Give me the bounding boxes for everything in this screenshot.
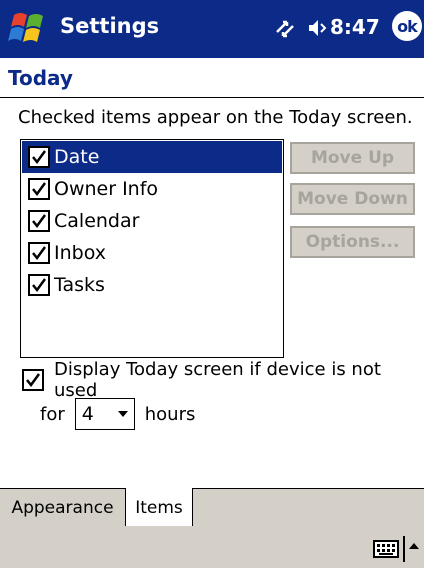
list-item-label: Date [54, 146, 100, 168]
today-items-list[interactable]: Date Owner Info Calendar Inbox Tasks [20, 139, 284, 358]
checkbox-inbox[interactable] [28, 242, 50, 264]
hours-label: hours [144, 403, 196, 425]
list-item-label: Tasks [54, 274, 105, 296]
speaker-icon[interactable] [307, 18, 329, 38]
page-title: Today [8, 66, 73, 90]
checkbox-tasks[interactable] [28, 274, 50, 296]
for-label: for [40, 403, 65, 425]
list-item-tasks[interactable]: Tasks [22, 269, 282, 301]
windows-start-icon[interactable] [8, 9, 50, 49]
list-item-label: Calendar [54, 210, 140, 232]
options-button[interactable]: Options... [290, 226, 415, 258]
list-item-date[interactable]: Date [22, 141, 282, 173]
app-title: Settings [60, 14, 160, 38]
checkbox-date[interactable] [28, 146, 50, 168]
tab-strip: Appearance Items [0, 488, 424, 527]
hours-dropdown[interactable]: 4 [74, 398, 135, 430]
tab-appearance[interactable]: Appearance [0, 489, 126, 526]
list-item-label: Owner Info [54, 178, 159, 200]
clock[interactable]: 8:47 [330, 15, 380, 39]
sip-arrow-icon[interactable] [409, 543, 419, 549]
hours-value: 4 [81, 403, 94, 425]
list-item-label: Inbox [54, 242, 106, 264]
display-timeout-row: Display Today screen if device is not us… [18, 359, 424, 401]
connectivity-icon[interactable] [273, 16, 297, 40]
list-item-owner-info[interactable]: Owner Info [22, 173, 282, 205]
checkbox-owner-info[interactable] [28, 178, 50, 200]
page-header: Today [0, 58, 424, 98]
list-item-inbox[interactable]: Inbox [22, 237, 282, 269]
title-bar: Settings 8:47 ok [0, 0, 424, 58]
keyboard-icon[interactable] [373, 540, 399, 558]
list-item-calendar[interactable]: Calendar [22, 205, 282, 237]
chevron-down-icon[interactable] [117, 411, 128, 417]
display-timeout-checkbox[interactable] [22, 369, 44, 391]
hours-row: for 4 hours [40, 396, 195, 432]
tab-items[interactable]: Items [125, 488, 193, 527]
display-timeout-label: Display Today screen if device is not us… [54, 359, 381, 401]
sip-divider [403, 536, 405, 562]
ok-button[interactable]: ok [392, 11, 422, 41]
move-down-button[interactable]: Move Down [290, 183, 415, 215]
checkbox-calendar[interactable] [28, 210, 50, 232]
move-up-button[interactable]: Move Up [290, 142, 415, 174]
menu-bar [0, 526, 424, 568]
instructions-text: Checked items appear on the Today screen… [18, 107, 413, 128]
